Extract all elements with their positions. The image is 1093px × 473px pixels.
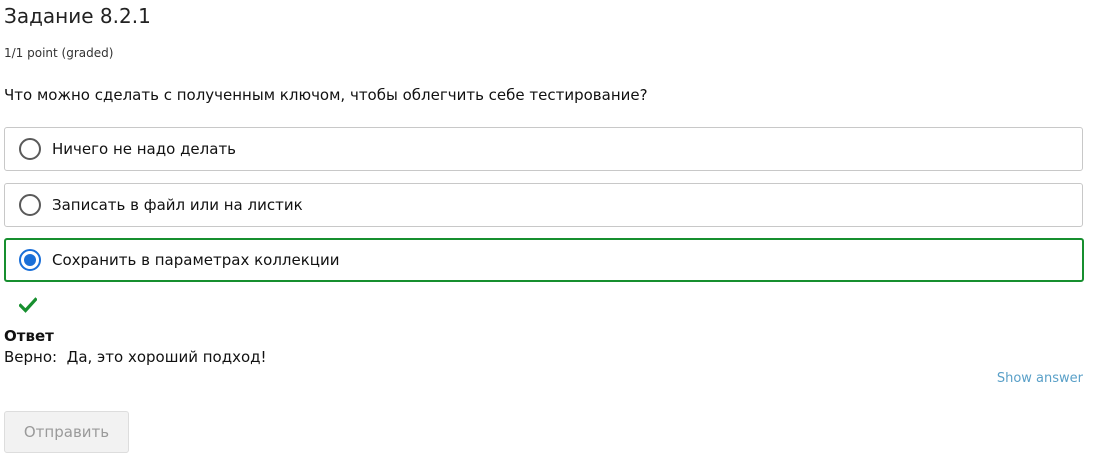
choice-label: Сохранить в параметрах коллекции — [52, 251, 340, 269]
show-answer-link[interactable]: Show answer — [997, 371, 1083, 386]
choice-option-1[interactable]: Ничего не надо делать — [4, 127, 1083, 171]
radio-button-unchecked[interactable] — [19, 138, 41, 160]
points-label: 1/1 point (graded) — [4, 46, 114, 60]
problem-title: Задание 8.2.1 — [4, 4, 151, 28]
radio-button-checked[interactable] — [19, 249, 41, 271]
answer-feedback-text: Верно: Да, это хороший подход! — [4, 348, 267, 366]
choice-option-3[interactable]: Сохранить в параметрах коллекции — [4, 238, 1084, 282]
choice-label: Ничего не надо делать — [52, 140, 237, 158]
checkmark-icon — [18, 297, 38, 313]
choice-label: Записать в файл или на листик — [52, 196, 303, 214]
choice-option-2[interactable]: Записать в файл или на листик — [4, 183, 1083, 227]
radio-button-unchecked[interactable] — [19, 194, 41, 216]
radio-selected-dot — [24, 254, 36, 266]
submit-button[interactable]: Отправить — [4, 411, 129, 453]
answer-heading: Ответ — [4, 327, 54, 345]
question-text: Что можно сделать с полученным ключом, ч… — [4, 86, 648, 104]
